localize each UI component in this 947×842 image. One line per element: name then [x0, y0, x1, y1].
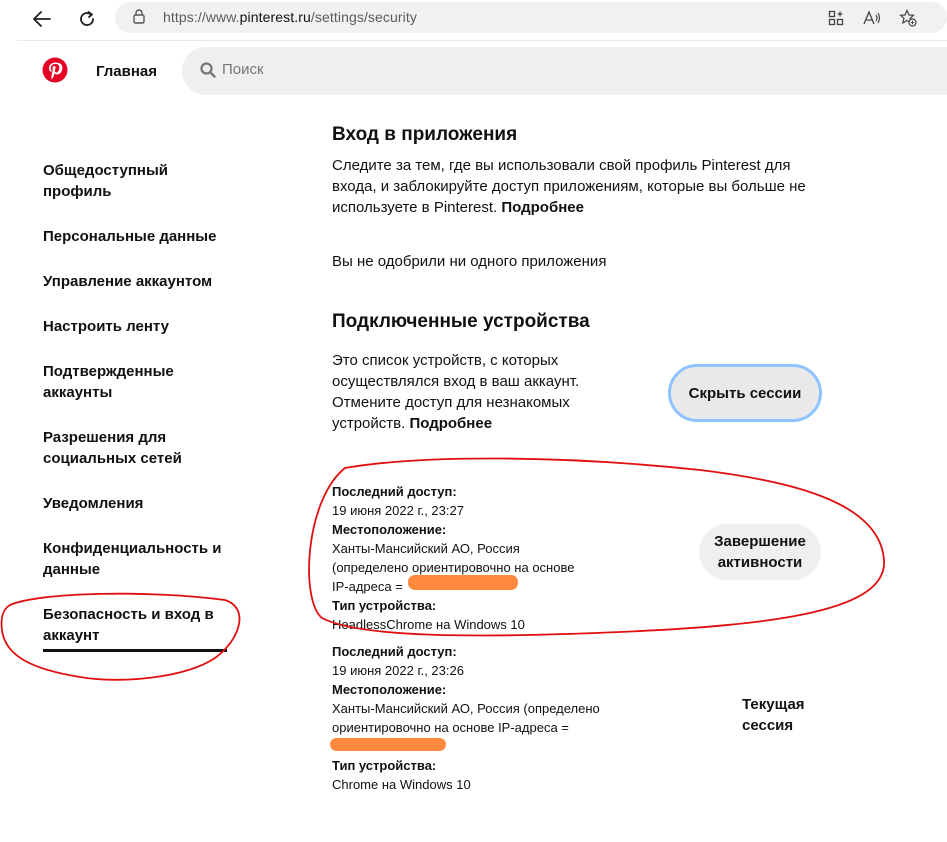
favorites-add-icon[interactable]: [898, 8, 918, 28]
location-label: Местоположение:: [332, 682, 447, 697]
devices-section-title: Подключенные устройства: [332, 311, 590, 332]
location-line: Ханты-Мансийский АО, Россия: [332, 541, 520, 556]
url-prefix: https://www.: [163, 9, 240, 25]
device-type-label: Тип устройства:: [332, 758, 437, 773]
devices-more-link[interactable]: Подробнее: [409, 415, 492, 432]
url-domain: pinterest.ru: [239, 9, 311, 25]
hide-sessions-button[interactable]: Скрыть сессии: [668, 364, 822, 422]
sidebar-item-security[interactable]: Безопасность и вход в аккаунт: [43, 604, 228, 646]
search-bar[interactable]: [182, 47, 947, 95]
device-type-value: HeadlessChrome на Windows 10: [332, 617, 525, 632]
sidebar-item-personal-data[interactable]: Персональные данные: [43, 226, 233, 247]
lock-icon[interactable]: [133, 9, 145, 29]
site-header: Главная: [17, 40, 947, 110]
sidebar-item-tune-feed[interactable]: Настроить ленту: [43, 316, 233, 337]
url-path: /settings/security: [310, 9, 417, 25]
refresh-icon[interactable]: [74, 6, 100, 32]
session-item: Последний доступ: 19 июня 2022 г., 23:26…: [332, 642, 672, 794]
back-arrow-icon[interactable]: [29, 6, 55, 32]
last-access-label: Последний доступ:: [332, 484, 457, 499]
redacted-ip-mark: [330, 738, 446, 751]
sidebar-item-public-profile[interactable]: Общедоступный профиль: [43, 160, 233, 202]
sidebar-item-claimed-accounts[interactable]: Подтвержденные аккаунты: [43, 361, 193, 403]
sidebar-item-account-management[interactable]: Управление аккаунтом: [43, 271, 233, 292]
sidebar-item-social-permissions[interactable]: Разрешения для социальных сетей: [43, 427, 193, 469]
location-label: Местоположение:: [332, 522, 447, 537]
last-access-label: Последний доступ:: [332, 644, 457, 659]
redacted-ip-mark: [408, 575, 518, 590]
search-input[interactable]: [222, 61, 822, 78]
last-access-value: 19 июня 2022 г., 23:27: [332, 503, 464, 518]
location-line: Ханты-Мансийский АО, Россия (определено: [332, 701, 600, 716]
apps-empty-text: Вы не одобрили ни одного приложения: [332, 253, 607, 270]
apps-icon[interactable]: [826, 8, 846, 28]
location-line: ориентировочно на основе IP-адреса =: [332, 720, 569, 735]
end-activity-button[interactable]: Завершение активности: [699, 524, 821, 580]
sidebar-item-privacy-data[interactable]: Конфиденциальность и данные: [43, 538, 223, 580]
address-bar[interactable]: https://www.pinterest.ru/settings/securi…: [115, 2, 947, 33]
device-type-label: Тип устройства:: [332, 598, 437, 613]
search-icon: [200, 62, 216, 83]
read-aloud-icon[interactable]: [862, 8, 882, 28]
browser-toolbar: https://www.pinterest.ru/settings/securi…: [0, 0, 947, 38]
url-text[interactable]: https://www.pinterest.ru/settings/securi…: [163, 9, 417, 25]
active-item-underline: [43, 649, 227, 652]
pinterest-logo-icon[interactable]: [42, 57, 68, 83]
last-access-value: 19 июня 2022 г., 23:26: [332, 663, 464, 678]
current-session-label: Текущая сессия: [742, 696, 805, 734]
device-type-value: Chrome на Windows 10: [332, 777, 471, 792]
apps-more-link[interactable]: Подробнее: [501, 199, 584, 216]
home-link[interactable]: Главная: [96, 63, 157, 80]
apps-section-title: Вход в приложения: [332, 124, 518, 145]
session-item: Последний доступ: 19 июня 2022 г., 23:27…: [332, 482, 662, 634]
apps-section-description: Следите за тем, где вы использовали свой…: [332, 155, 822, 218]
sidebar-item-notifications[interactable]: Уведомления: [43, 493, 233, 514]
devices-section-description: Это список устройств, с которых осуществ…: [332, 350, 602, 434]
